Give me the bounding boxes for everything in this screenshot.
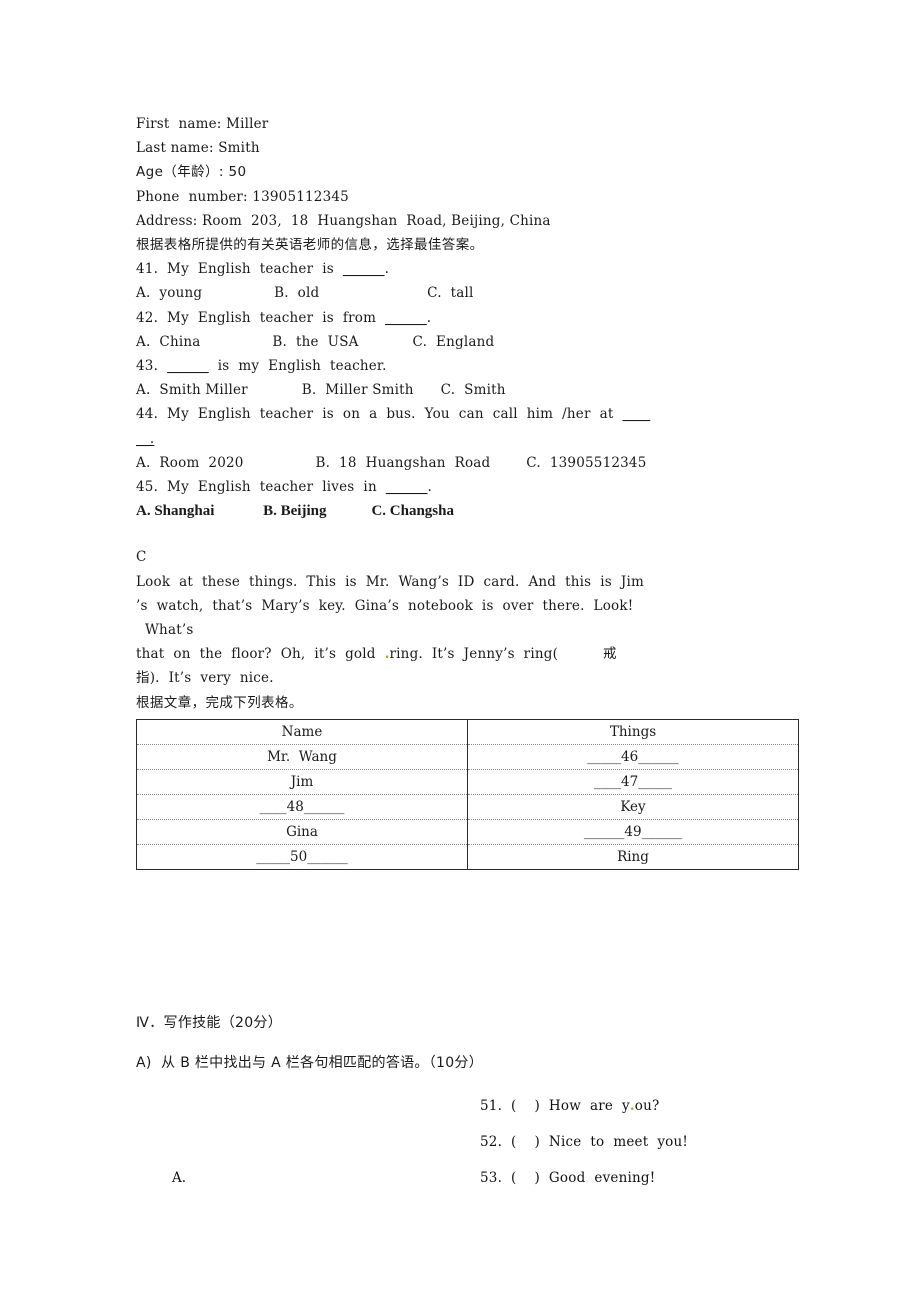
matching-row: A. 53. ( ) Good evening!: [136, 1170, 808, 1206]
matching-grid: 51. ( ) How are y.ou? 52. ( ) Nice to me…: [136, 1098, 808, 1206]
info-line-first-name: First name: Miller: [136, 116, 269, 132]
table-cell-name: Gina: [136, 818, 468, 845]
passage-line-5: 指). It’s very nice.: [136, 670, 274, 687]
q44-blank[interactable]: ____: [622, 406, 650, 422]
question-44-stem: 44. My English teacher is on a bus. You …: [136, 402, 808, 426]
q41-stem-before: 41. My English teacher is: [136, 261, 343, 278]
question-44-options[interactable]: A. Room 2020 B. 18 Huangshan Road C. 139…: [136, 451, 808, 475]
q41-blank[interactable]: ______: [343, 261, 385, 277]
q44-stem-before: 44. My English teacher is on a bus. You …: [136, 406, 623, 423]
question-41-stem: 41. My English teacher is ______.: [136, 257, 808, 281]
table-header-name: Name: [136, 718, 468, 745]
table-cell-blank-49[interactable]: ______49______: [467, 818, 799, 845]
question-45-stem: 45. My English teacher lives in ______.: [136, 475, 808, 499]
table-row: Gina ______49______: [136, 818, 799, 845]
matching-item-52[interactable]: 52. ( ) Nice to meet you!: [340, 1134, 688, 1150]
q44-blank-wrap[interactable]: __.: [136, 431, 154, 447]
table-row: ____48______ Key: [136, 793, 799, 820]
blank-gap: [136, 870, 808, 1010]
passage-label-c: C: [136, 549, 147, 566]
writing-section-subheading: A) 从 B 栏中找出与 A 栏各句相匹配的答语。（10分）: [136, 1054, 484, 1071]
info-line-last-name: Last name: Smith: [136, 140, 260, 157]
q43-blank[interactable]: ______: [167, 358, 209, 374]
fill-in-table-body: Name Things Mr. Wang _____46______ Jim _…: [136, 718, 799, 870]
matching-row: 51. ( ) How are y.ou?: [136, 1098, 808, 1134]
q42-blank[interactable]: ______: [385, 310, 427, 326]
question-45-options[interactable]: A. Shanghai B. Beijing C. Changsha: [136, 499, 808, 523]
passage-line-3: What’s: [136, 622, 194, 639]
table-cell-blank-46[interactable]: _____46______: [467, 743, 799, 770]
matching-item-51-post: ou?: [634, 1097, 660, 1114]
table-header-things: Things: [467, 718, 799, 745]
matching-item-51-pre: 51. ( ) How are y: [480, 1097, 630, 1114]
matching-item-51[interactable]: 51. ( ) How are y.ou?: [340, 1098, 659, 1114]
question-42-stem: 42. My English teacher is from ______.: [136, 306, 808, 330]
table-row: Jim ____47_____: [136, 768, 799, 795]
document-page: First name: Miller Last name: Smith Age（…: [0, 0, 920, 1302]
instruction-b: 根据表格所提供的有关英语老师的信息，选择最佳答案。: [136, 233, 808, 257]
q45-stem-after: .: [427, 479, 433, 496]
table-cell-blank-48[interactable]: ____48______: [136, 793, 468, 820]
q41-stem-after: .: [384, 261, 390, 278]
question-42-options[interactable]: A. China B. the USA C. England: [136, 330, 808, 354]
q43-stem-after: is my English teacher.: [208, 358, 387, 375]
q45-blank[interactable]: ______: [386, 479, 428, 495]
q45-stem-before: 45. My English teacher lives in: [136, 479, 386, 496]
document-content: First name: Miller Last name: Smith Age（…: [136, 112, 808, 1206]
passage-line-1: Look at these things. This is Mr. Wang’s…: [136, 573, 645, 590]
question-43-options[interactable]: A. Smith Miller B. Miller Smith C. Smith: [136, 378, 808, 402]
table-cell-name: Mr. Wang: [136, 743, 468, 770]
heading-gap: [136, 1036, 808, 1050]
matching-row: 52. ( ) Nice to meet you!: [136, 1134, 808, 1170]
q42-stem-before: 42. My English teacher is from: [136, 309, 386, 326]
fill-in-table: Name Things Mr. Wang _____46______ Jim _…: [136, 718, 799, 870]
question-41-options[interactable]: A. young B. old C. tall: [136, 281, 808, 305]
table-row: Mr. Wang _____46______: [136, 743, 799, 770]
passage-line-4-pre: that on the floor? Oh, it’s gold: [136, 646, 385, 663]
info-line-address: Address: Room 203, 18 Huangshan Road, Be…: [136, 212, 551, 229]
question-43-stem: 43. ______ is my English teacher.: [136, 354, 808, 378]
passage-line-2: ’s watch, that’s Mary’s key. Gina’s note…: [136, 597, 634, 614]
table-cell-blank-47[interactable]: ____47_____: [467, 768, 799, 795]
instruction-b-text: 根据表格所提供的有关英语老师的信息，选择最佳答案。: [136, 237, 484, 254]
writing-section-heading: Ⅳ．写作技能（20分）: [136, 1014, 283, 1031]
table-header-row: Name Things: [136, 718, 799, 745]
info-line-age: Age（年龄）: 50: [136, 164, 247, 181]
info-line-phone: Phone number: 13905112345: [136, 188, 349, 205]
table-cell-blank-50[interactable]: _____50______: [136, 843, 468, 870]
passage-line-4-post: ring. It’s Jenny’s ring( 戒: [389, 646, 617, 663]
passage-instruction: 根据文章，完成下列表格。: [136, 694, 303, 711]
info-card-block: First name: Miller Last name: Smith Age（…: [136, 112, 808, 233]
table-cell-name: Jim: [136, 768, 468, 795]
q42-stem-after: .: [426, 309, 432, 326]
table-cell-thing: Key: [467, 793, 799, 820]
matching-left-label-a: A.: [172, 1169, 187, 1186]
question-44-stem-wrap: __.: [136, 427, 808, 451]
table-cell-thing: Ring: [467, 843, 799, 870]
matching-item-53[interactable]: 53. ( ) Good evening!: [340, 1170, 655, 1186]
table-row: _____50______ Ring: [136, 843, 799, 870]
passage-line-4: that on the floor? Oh, it’s gold .ring. …: [136, 642, 808, 666]
q43-stem-before: 43.: [136, 358, 168, 375]
